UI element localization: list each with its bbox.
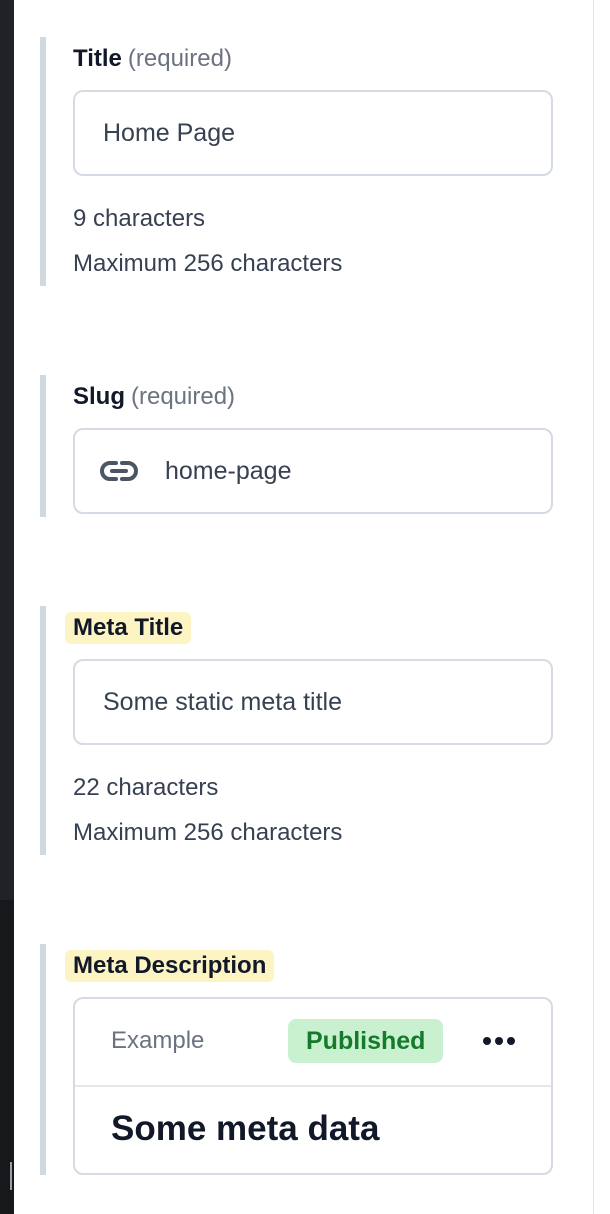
slug-field: Slug (required) home-page xyxy=(40,375,560,517)
field-bar xyxy=(40,37,46,286)
link-icon xyxy=(100,461,138,481)
meta-title-input-value: Some static meta title xyxy=(103,688,342,716)
meta-description-content[interactable]: Some meta data xyxy=(111,1105,379,1153)
title-max-length: Maximum 256 characters xyxy=(73,250,343,277)
meta-title-input[interactable]: Some static meta title xyxy=(73,659,553,745)
title-char-count: 9 characters xyxy=(73,205,206,232)
title-field: Title (required) Home Page 9 characters M… xyxy=(40,37,560,286)
field-bar xyxy=(40,944,46,1175)
meta-title-field: Meta Title Some static meta title 22 cha… xyxy=(40,606,560,855)
card-header: Example Published xyxy=(75,999,551,1087)
slug-input-value: home-page xyxy=(165,457,292,485)
more-options-icon[interactable] xyxy=(479,1029,519,1053)
title-input[interactable]: Home Page xyxy=(73,90,553,176)
field-bar xyxy=(40,606,46,855)
status-badge: Published xyxy=(288,1019,444,1063)
meta-description-card[interactable]: Example Published Some meta data xyxy=(73,997,553,1175)
field-bar xyxy=(40,375,46,517)
required-indicator: (required) xyxy=(127,45,232,72)
left-panel-marker xyxy=(10,1162,12,1190)
left-panel-edge xyxy=(0,0,14,1214)
example-label: Example xyxy=(111,1027,205,1054)
title-label: Title (required) xyxy=(73,43,232,75)
required-indicator: (required) xyxy=(131,383,236,410)
meta-description-label: Meta Description xyxy=(65,950,275,982)
meta-title-label: Meta Title xyxy=(65,612,192,644)
slug-input[interactable]: home-page xyxy=(73,428,553,514)
slug-label-text: Slug xyxy=(73,383,125,410)
meta-title-max-length: Maximum 256 characters xyxy=(73,819,343,846)
slug-label: Slug (required) xyxy=(73,381,235,413)
meta-description-field: Meta Description Example Published Some … xyxy=(40,944,560,1175)
meta-title-char-count: 22 characters xyxy=(73,774,219,801)
panel-right-border xyxy=(593,0,594,1214)
title-label-text: Title xyxy=(73,45,122,72)
title-input-value: Home Page xyxy=(103,119,236,147)
